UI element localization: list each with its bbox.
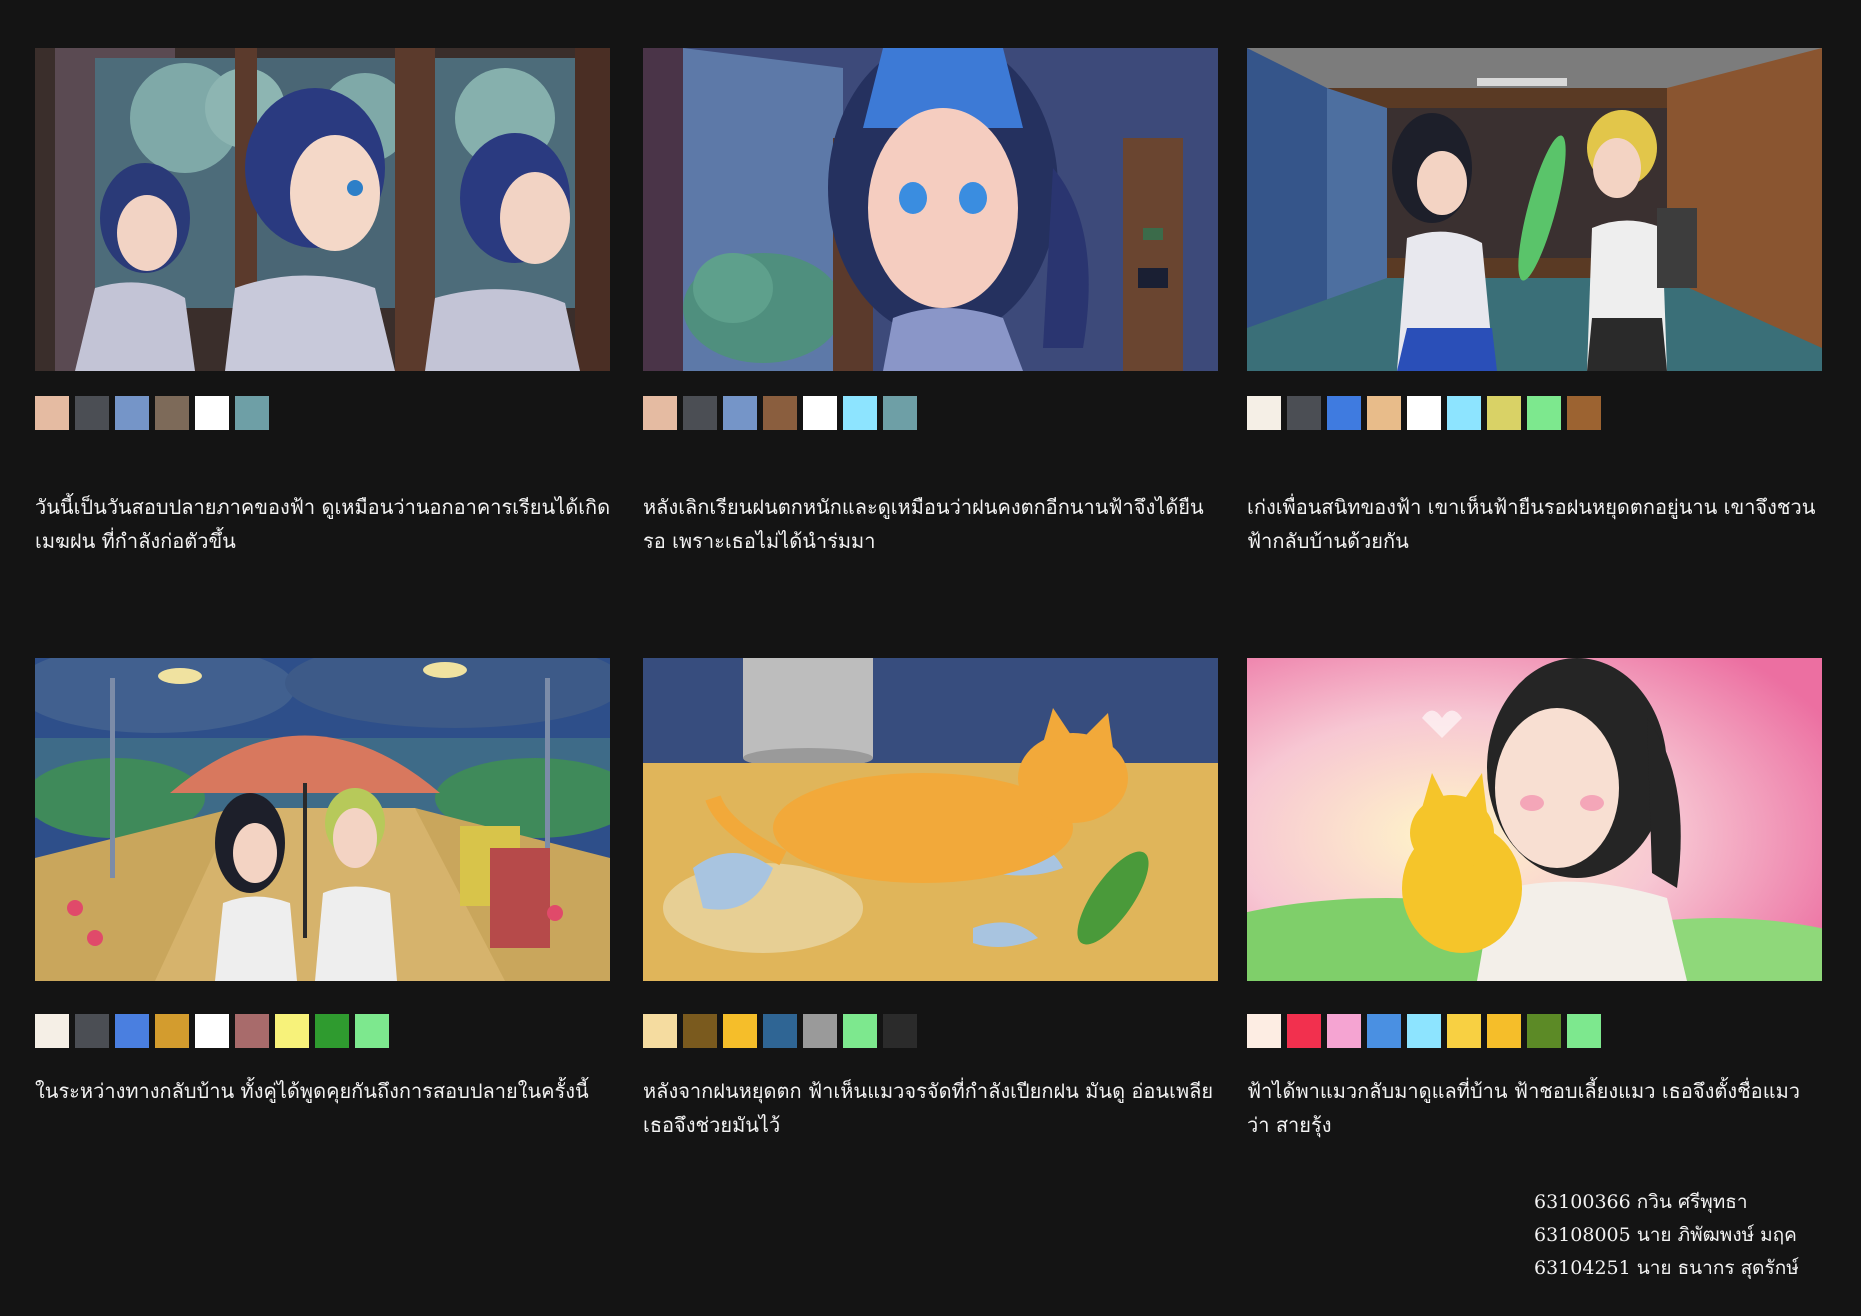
color-swatch	[35, 1014, 69, 1048]
color-swatch	[275, 1014, 309, 1048]
color-palette-5	[643, 1014, 917, 1048]
color-swatch	[1527, 396, 1561, 430]
color-swatch	[883, 1014, 917, 1048]
caption-2: หลังเลิกเรียนฝนตกหนักและดูเหมือนว่าฝนคงต…	[643, 495, 1204, 553]
credits: 63100366 กวิน ศรีพุทธา 63108005 นาย ภิพั…	[1534, 1186, 1799, 1285]
color-palette-1	[35, 396, 269, 430]
color-swatch	[1487, 1014, 1521, 1048]
color-swatch	[803, 396, 837, 430]
color-palette-2	[643, 396, 917, 430]
illustration-4	[35, 658, 610, 981]
color-swatch	[115, 1014, 149, 1048]
color-swatch	[35, 396, 69, 430]
color-swatch	[643, 396, 677, 430]
color-swatch	[843, 1014, 877, 1048]
color-palette-4	[35, 1014, 389, 1048]
color-swatch	[1367, 396, 1401, 430]
credit-line: 63108005 นาย ภิพัฒพงษ์ มฤค	[1534, 1224, 1797, 1246]
color-swatch	[803, 1014, 837, 1048]
color-swatch	[155, 1014, 189, 1048]
illustration-5	[643, 658, 1218, 981]
friend-offers-umbrella-scene	[1247, 48, 1822, 371]
color-swatch	[235, 1014, 269, 1048]
girl-hugging-cat-scene	[1247, 658, 1822, 981]
credit-line: 63100366 กวิน ศรีพุทธา	[1534, 1191, 1748, 1213]
wet-stray-cat-scene	[643, 658, 1218, 981]
caption-5: หลังจากฝนหยุดตก ฟ้าเห็นแมวจรจัดที่กำลังเ…	[643, 1079, 1214, 1137]
color-swatch	[843, 396, 877, 430]
color-swatch	[1247, 1014, 1281, 1048]
color-swatch	[235, 396, 269, 430]
color-swatch	[355, 1014, 389, 1048]
caption-1: วันนี้เป็นวันสอบปลายภาคของฟ้า ดูเหมือนว่…	[35, 495, 611, 553]
color-swatch	[1487, 396, 1521, 430]
girl-closeup-rain-scene	[643, 48, 1218, 371]
color-palette-3	[1247, 396, 1601, 430]
color-swatch	[115, 396, 149, 430]
caption-3: เก่งเพื่อนสนิทของฟ้า เขาเห็นฟ้ายืนรอฝนหย…	[1247, 495, 1816, 553]
illustration-1	[35, 48, 610, 371]
color-swatch	[763, 396, 797, 430]
color-swatch	[1527, 1014, 1561, 1048]
color-swatch	[1407, 396, 1441, 430]
caption-4: ในระหว่างทางกลับบ้าน ทั้งคู่ได้พูดคุยกัน…	[35, 1079, 589, 1103]
color-swatch	[643, 1014, 677, 1048]
credit-line: 63104251 นาย ธนากร สุดรักษ์	[1534, 1257, 1799, 1279]
color-swatch	[763, 1014, 797, 1048]
illustration-3	[1247, 48, 1822, 371]
color-swatch	[723, 1014, 757, 1048]
illustration-2	[643, 48, 1218, 371]
color-swatch	[75, 396, 109, 430]
color-swatch	[683, 1014, 717, 1048]
color-swatch	[1447, 396, 1481, 430]
school-corridor-window-scene	[35, 48, 610, 371]
caption-6: ฟ้าได้พาแมวกลับมาดูแลที่บ้าน ฟ้าชอบเลี้ย…	[1247, 1079, 1800, 1137]
color-palette-6	[1247, 1014, 1601, 1048]
color-swatch	[1367, 1014, 1401, 1048]
color-swatch	[1287, 1014, 1321, 1048]
walking-home-umbrella-scene	[35, 658, 610, 981]
illustration-6	[1247, 658, 1822, 981]
color-swatch	[683, 396, 717, 430]
color-swatch	[155, 396, 189, 430]
color-swatch	[723, 396, 757, 430]
color-swatch	[315, 1014, 349, 1048]
color-swatch	[1287, 396, 1321, 430]
color-swatch	[1407, 1014, 1441, 1048]
color-swatch	[1327, 1014, 1361, 1048]
color-swatch	[195, 1014, 229, 1048]
color-swatch	[1567, 1014, 1601, 1048]
color-swatch	[1567, 396, 1601, 430]
color-swatch	[1327, 396, 1361, 430]
color-swatch	[883, 396, 917, 430]
color-swatch	[1447, 1014, 1481, 1048]
color-swatch	[1247, 396, 1281, 430]
color-swatch	[195, 396, 229, 430]
color-swatch	[75, 1014, 109, 1048]
